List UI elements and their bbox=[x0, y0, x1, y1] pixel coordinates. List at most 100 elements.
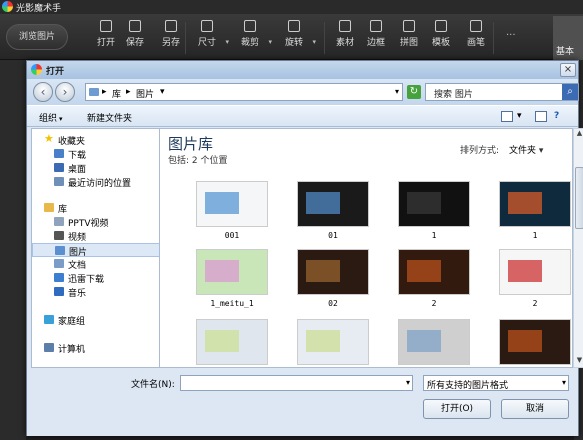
thumbnail-preview bbox=[407, 330, 441, 352]
image-thumbnail[interactable] bbox=[398, 319, 470, 365]
new-folder-button[interactable]: 新建文件夹 bbox=[87, 111, 132, 124]
navigation-pane: ★ 收藏夹 下载 桌面最近访问的位置库 PPTV视频 视频 图片 文档迅雷下载 音乐家庭组计算机 bbox=[31, 128, 159, 368]
chevron-down-icon[interactable]: ▾ bbox=[406, 378, 410, 387]
tool-grid-button[interactable]: 拼图 bbox=[395, 20, 423, 56]
search-icon[interactable]: ⌕ bbox=[562, 84, 578, 100]
help-icon[interactable]: ? bbox=[554, 111, 559, 121]
sidebar-item-recent-places[interactable]: 最近访问的位置 bbox=[32, 175, 159, 189]
arrange-dropdown[interactable]: 文件夹 bbox=[509, 146, 536, 156]
chevron-down-icon: ▾ bbox=[59, 115, 63, 123]
thumbnail-label[interactable]: 1 bbox=[398, 231, 470, 240]
address-dropdown-icon[interactable]: ▾ bbox=[395, 87, 399, 96]
filename-label: 文件名(N): bbox=[131, 380, 175, 390]
preview-pane-icon[interactable] bbox=[535, 111, 547, 122]
thumbnail-label[interactable]: 001 bbox=[196, 231, 268, 240]
organize-button[interactable]: 组织 ▾ bbox=[39, 111, 63, 124]
scroll-thumb[interactable] bbox=[575, 167, 583, 229]
back-arrow-icon: ‹ bbox=[40, 85, 46, 99]
tool-star-button[interactable]: 素材 bbox=[331, 20, 359, 56]
tool-template-button[interactable]: 模板 bbox=[427, 20, 455, 56]
recent-places-icon bbox=[54, 177, 64, 186]
pictures-folder-icon bbox=[89, 88, 99, 96]
sidebar-item-pictures[interactable]: 图片 bbox=[32, 243, 159, 258]
sidebar-item-music[interactable]: 音乐 bbox=[32, 285, 159, 299]
close-button[interactable]: × bbox=[560, 63, 576, 77]
breadcrumb-library[interactable]: 库 bbox=[112, 87, 121, 100]
chevron-down-icon[interactable]: ▾ bbox=[536, 146, 544, 156]
scroll-up-icon[interactable]: ▲ bbox=[574, 129, 583, 140]
thumbnail-label[interactable]: 2 bbox=[499, 299, 571, 308]
image-thumbnail[interactable] bbox=[499, 249, 571, 295]
tab-basic[interactable]: 基本 bbox=[553, 16, 583, 60]
tool-crop-button[interactable]: 裁剪 ▾ bbox=[236, 20, 272, 56]
forward-button[interactable]: › bbox=[55, 82, 75, 102]
chevron-down-icon[interactable]: ▾ bbox=[225, 38, 229, 46]
thumbnail-label[interactable]: 01 bbox=[297, 231, 369, 240]
sidebar-item-documents[interactable]: 文档 bbox=[32, 257, 159, 271]
sidebar-item-star[interactable]: ★ 收藏夹 bbox=[32, 132, 159, 147]
frame-icon bbox=[370, 20, 382, 32]
view-dropdown-icon[interactable]: ▾ bbox=[517, 111, 522, 121]
image-thumbnail[interactable] bbox=[297, 319, 369, 365]
image-thumbnail[interactable] bbox=[499, 319, 571, 365]
tool-open-button[interactable]: 打开 bbox=[92, 20, 120, 56]
toolbar-separator bbox=[324, 22, 325, 54]
sidebar-item-homegroup[interactable]: 家庭组 bbox=[32, 313, 159, 327]
thumbnail-label[interactable]: 2 bbox=[398, 299, 470, 308]
dialog-app-icon bbox=[31, 64, 42, 75]
refresh-button[interactable]: ↻ bbox=[407, 85, 421, 99]
filename-input[interactable]: ▾ bbox=[180, 375, 413, 391]
view-mode-icon[interactable] bbox=[501, 111, 513, 122]
search-input[interactable]: 搜索 图片 ⌕ bbox=[425, 83, 579, 101]
image-thumbnail[interactable] bbox=[196, 181, 268, 227]
file-type-select[interactable]: 所有支持的图片格式 ▾ bbox=[423, 375, 569, 391]
computer-icon bbox=[44, 343, 54, 352]
back-button[interactable]: ‹ bbox=[33, 82, 53, 102]
vertical-scrollbar[interactable]: ▲ ▼ bbox=[573, 128, 583, 368]
sidebar-item-download[interactable]: 下载 bbox=[32, 147, 159, 161]
tool-label: 裁剪 bbox=[240, 38, 259, 48]
tool-frame-button[interactable]: 边框 bbox=[362, 20, 390, 56]
image-thumbnail[interactable] bbox=[398, 249, 470, 295]
tool-resize-button[interactable]: 尺寸 ▾ bbox=[193, 20, 229, 56]
tool-save-as-button[interactable]: 另存 bbox=[157, 20, 185, 56]
sidebar-item-folder[interactable]: PPTV视频 bbox=[32, 215, 159, 229]
image-thumbnail[interactable] bbox=[297, 181, 369, 227]
tool-label: 尺寸 bbox=[197, 38, 216, 48]
dialog-footer: 文件名(N): ▾ 所有支持的图片格式 ▾ 打开(O) 取消 bbox=[27, 369, 578, 436]
thumbnail-label[interactable]: 1_meitu_1 bbox=[196, 299, 268, 308]
sidebar-item-thunder[interactable]: 迅雷下载 bbox=[32, 271, 159, 285]
arrange-by: 排列方式: 文件夹 ▾ bbox=[460, 143, 543, 156]
image-thumbnail[interactable] bbox=[297, 249, 369, 295]
sidebar-item-computer[interactable]: 计算机 bbox=[32, 341, 159, 355]
thumbnail-label[interactable]: 1 bbox=[499, 231, 571, 240]
breadcrumb-pictures[interactable]: 图片 bbox=[136, 87, 154, 100]
browse-images-button[interactable]: 浏览图片 bbox=[6, 24, 68, 50]
scroll-down-icon[interactable]: ▼ bbox=[574, 356, 583, 367]
tool-brush-button[interactable]: 画笔 bbox=[462, 20, 490, 56]
cancel-button[interactable]: 取消 bbox=[501, 399, 569, 419]
tool-rotate-button[interactable]: 旋转 ▾ bbox=[280, 20, 316, 56]
image-thumbnail[interactable] bbox=[196, 319, 268, 365]
open-icon bbox=[100, 20, 112, 32]
open-button[interactable]: 打开(O) bbox=[423, 399, 491, 419]
sidebar-item-label: PPTV视频 bbox=[68, 219, 109, 229]
navigation-bar: ‹ › ▸ 库 ▸ 图片 ▾ ▾ ↻ 搜索 图片 ⌕ bbox=[27, 79, 579, 105]
save-as-icon bbox=[165, 20, 177, 32]
more-tools-button[interactable]: ··· bbox=[506, 30, 516, 41]
tool-save-button[interactable]: 保存 bbox=[121, 20, 149, 56]
image-thumbnail[interactable] bbox=[499, 181, 571, 227]
chevron-down-icon[interactable]: ▾ bbox=[268, 38, 272, 46]
sidebar-item-desktop[interactable]: 桌面 bbox=[32, 161, 159, 175]
sidebar-item-label: 迅雷下载 bbox=[68, 275, 105, 285]
sidebar-item-video[interactable]: 视频 bbox=[32, 229, 159, 243]
image-thumbnail[interactable] bbox=[196, 249, 268, 295]
image-thumbnail[interactable] bbox=[398, 181, 470, 227]
sidebar-item-label: 最近访问的位置 bbox=[68, 179, 132, 189]
thumbnail-label[interactable]: 02 bbox=[297, 299, 369, 308]
thumbnail-preview bbox=[508, 192, 542, 214]
address-bar[interactable]: ▸ 库 ▸ 图片 ▾ ▾ bbox=[85, 83, 403, 101]
sidebar-item-library[interactable]: 库 bbox=[32, 201, 159, 215]
forward-arrow-icon: › bbox=[62, 85, 68, 99]
chevron-down-icon[interactable]: ▾ bbox=[312, 38, 316, 46]
